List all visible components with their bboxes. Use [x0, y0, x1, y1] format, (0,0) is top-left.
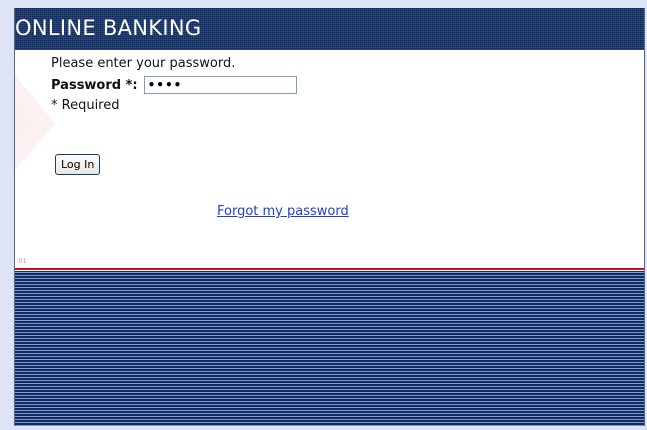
footer-band — [15, 271, 644, 426]
login-button[interactable]: Log In — [55, 154, 101, 175]
password-label: Password *: — [51, 77, 138, 93]
banking-frame: ONLINE BANKING Please enter your passwor… — [14, 8, 645, 426]
password-row: Password *: — [51, 74, 611, 96]
login-form: Please enter your password. Password *: … — [51, 54, 611, 116]
header-bar: ONLINE BANKING — [15, 8, 644, 50]
forgot-password-link[interactable]: Forgot my password — [217, 204, 349, 219]
footer-mark: .01 — [17, 258, 27, 265]
password-input[interactable] — [143, 76, 297, 94]
required-note: * Required — [51, 98, 120, 113]
page-title: ONLINE BANKING — [15, 16, 202, 40]
instruction-text: Please enter your password. — [51, 56, 236, 71]
watermark-chevron-icon — [15, 68, 55, 178]
